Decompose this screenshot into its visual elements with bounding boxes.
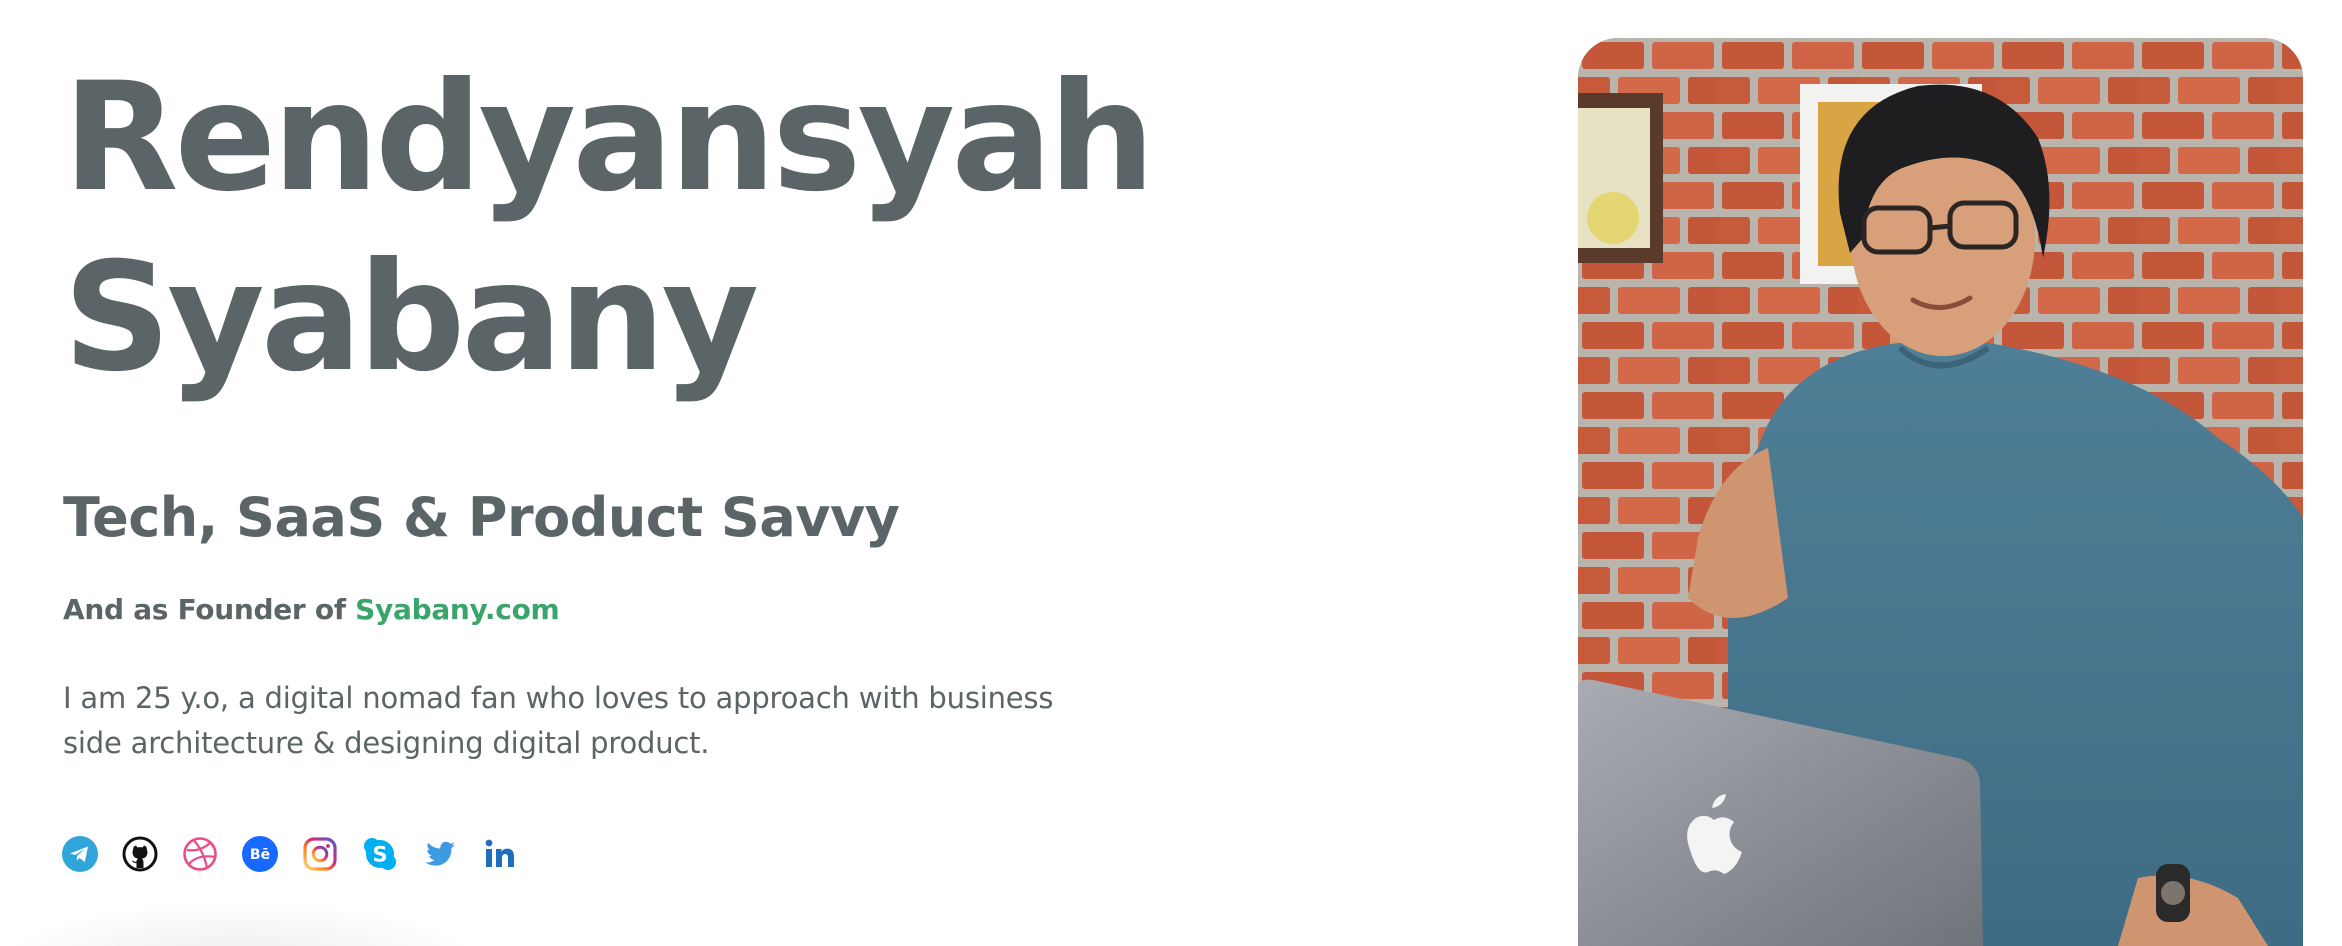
github-link[interactable] [122, 836, 158, 872]
behance-icon: Bē [242, 836, 278, 872]
hero-text: Rendyansyah Syabany [63, 48, 1263, 408]
skype-icon: S [364, 838, 396, 870]
svg-text:S: S [372, 843, 387, 867]
bio-text: I am 25 y.o, a digital nomad fan who lov… [63, 681, 1054, 760]
twitter-link[interactable] [422, 836, 458, 872]
name-last: Syabany [63, 231, 759, 405]
linkedin-link[interactable] [482, 836, 518, 872]
page-title: Rendyansyah Syabany [63, 48, 1263, 408]
telegram-link[interactable] [62, 836, 98, 872]
portrait-illustration [1578, 38, 2303, 946]
instagram-icon [303, 837, 337, 871]
founder-link[interactable]: Syabany.com [355, 593, 560, 626]
profile-photo [1578, 38, 2303, 946]
linkedin-icon [485, 839, 514, 867]
footer-shadow [0, 900, 480, 946]
twitter-icon [425, 841, 455, 866]
founder-line: And as Founder of Syabany.com [63, 590, 560, 630]
telegram-icon [62, 836, 98, 872]
social-links: Bē S [62, 836, 518, 872]
name-first: Rendyansyah [63, 51, 1155, 225]
dribbble-link[interactable] [182, 836, 218, 872]
dribbble-icon [183, 837, 217, 871]
svg-text:Bē: Bē [250, 847, 270, 863]
tagline: Tech, SaaS & Product Savvy [63, 486, 900, 549]
founder-prefix: And as Founder of [63, 593, 346, 626]
github-icon [122, 836, 158, 872]
behance-link[interactable]: Bē [242, 836, 278, 872]
skype-link[interactable]: S [362, 836, 398, 872]
instagram-link[interactable] [302, 836, 338, 872]
